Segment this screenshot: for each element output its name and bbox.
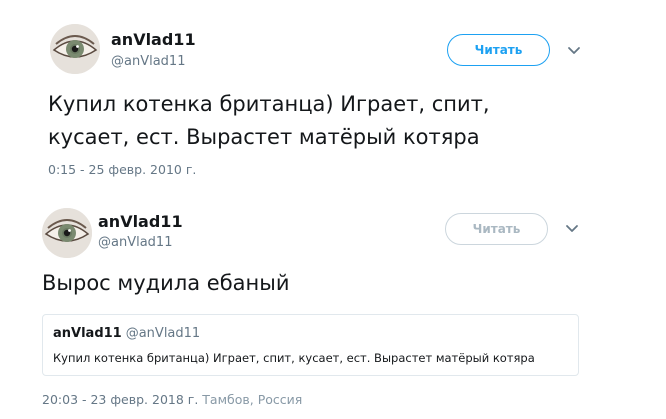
- author-name[interactable]: anVlad11: [98, 212, 183, 231]
- quoted-tweet-text: Купил котенка британца) Играет, спит, ку…: [53, 351, 535, 365]
- eye-avatar-image: [42, 208, 92, 258]
- follow-button[interactable]: Читать: [445, 213, 548, 245]
- author-handle[interactable]: @anVlad11: [98, 235, 172, 250]
- tweet-timestamp-row: 20:03 - 23 февр. 2018 г. Тамбов, Россия: [42, 392, 302, 407]
- avatar[interactable]: [50, 24, 100, 74]
- quoted-author-handle: @anVlad11: [125, 326, 201, 341]
- author-handle[interactable]: @anVlad11: [111, 54, 185, 69]
- tweet-location[interactable]: Тамбов, Россия: [202, 392, 302, 407]
- quoted-tweet-card[interactable]: anVlad11 @anVlad11 Купил котенка британца…: [42, 314, 579, 376]
- eye-avatar-image: [50, 24, 100, 74]
- chevron-down-icon[interactable]: [564, 40, 584, 60]
- quoted-author-name: anVlad11: [53, 326, 122, 341]
- quoted-author: anVlad11 @anVlad11: [53, 326, 200, 341]
- tweet-text-line-2: кусает, ест. Вырастет матёрый котяра: [48, 125, 480, 149]
- tweet-text-line-1: Купил котенка британца) Играет, спит,: [48, 92, 490, 116]
- follow-button[interactable]: Читать: [447, 34, 550, 66]
- tweet-timestamp[interactable]: 0:15 - 25 февр. 2010 г.: [48, 162, 196, 177]
- tweet-timestamp[interactable]: 20:03 - 23 февр. 2018 г.: [42, 392, 198, 407]
- chevron-down-icon[interactable]: [562, 218, 582, 238]
- tweet-text: Вырос мудила ебаный: [42, 271, 290, 295]
- tweet-1: anVlad11 @anVlad11 Читать Купил котенка …: [0, 0, 666, 190]
- avatar[interactable]: [42, 208, 92, 258]
- author-name[interactable]: anVlad11: [111, 30, 196, 49]
- tweet-2: anVlad11 @anVlad11 Читать Вырос мудила е…: [0, 190, 666, 419]
